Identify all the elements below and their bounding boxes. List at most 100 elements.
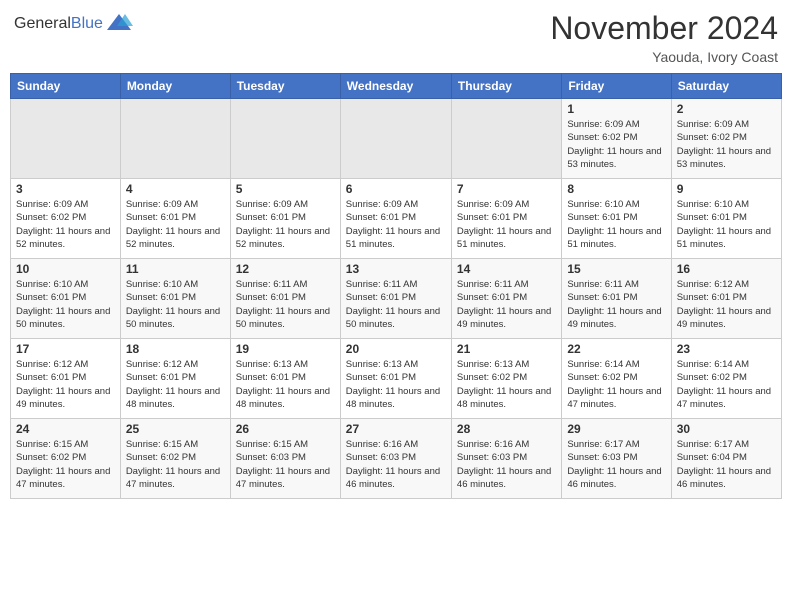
day-number: 6 xyxy=(346,182,446,196)
calendar-cell: 15Sunrise: 6:11 AMSunset: 6:01 PMDayligh… xyxy=(562,259,671,339)
day-info: Sunrise: 6:15 AMSunset: 6:02 PMDaylight:… xyxy=(16,438,115,491)
day-info: Sunrise: 6:11 AMSunset: 6:01 PMDaylight:… xyxy=(236,278,335,331)
day-info: Sunrise: 6:15 AMSunset: 6:03 PMDaylight:… xyxy=(236,438,335,491)
weekday-header: Friday xyxy=(562,74,671,99)
calendar-cell xyxy=(120,99,230,179)
calendar-week-row: 24 Sunrise: 6:15 AMSunset: 6:02 PMDayligh… xyxy=(11,419,782,499)
calendar-cell: 16Sunrise: 6:12 AMSunset: 6:01 PMDayligh… xyxy=(671,259,781,339)
calendar-cell: 8 Sunrise: 6:10 AMSunset: 6:01 PMDaylight… xyxy=(562,179,671,259)
calendar-week-row: 17 Sunrise: 6:12 AMSunset: 6:01 PMDayligh… xyxy=(11,339,782,419)
month-year: November 2024 xyxy=(550,10,778,47)
calendar-cell: 4 Sunrise: 6:09 AMSunset: 6:01 PMDaylight… xyxy=(120,179,230,259)
calendar: SundayMondayTuesdayWednesdayThursdayFrid… xyxy=(10,73,782,499)
day-number: 26 xyxy=(236,422,335,436)
weekday-header: Monday xyxy=(120,74,230,99)
calendar-cell: 5 Sunrise: 6:09 AMSunset: 6:01 PMDaylight… xyxy=(230,179,340,259)
calendar-header: SundayMondayTuesdayWednesdayThursdayFrid… xyxy=(11,74,782,99)
day-number: 25 xyxy=(126,422,225,436)
day-number: 16 xyxy=(677,262,776,276)
day-info: Sunrise: 6:09 AMSunset: 6:02 PMDaylight:… xyxy=(16,198,115,251)
calendar-cell: 18Sunrise: 6:12 AMSunset: 6:01 PMDayligh… xyxy=(120,339,230,419)
day-info: Sunrise: 6:16 AMSunset: 6:03 PMDaylight:… xyxy=(457,438,556,491)
day-info: Sunrise: 6:17 AMSunset: 6:04 PMDaylight:… xyxy=(677,438,776,491)
day-number: 12 xyxy=(236,262,335,276)
day-number: 11 xyxy=(126,262,225,276)
calendar-cell: 6 Sunrise: 6:09 AMSunset: 6:01 PMDaylight… xyxy=(340,179,451,259)
day-info: Sunrise: 6:09 AMSunset: 6:01 PMDaylight:… xyxy=(346,198,446,251)
day-number: 21 xyxy=(457,342,556,356)
day-number: 5 xyxy=(236,182,335,196)
day-info: Sunrise: 6:09 AMSunset: 6:01 PMDaylight:… xyxy=(126,198,225,251)
day-info: Sunrise: 6:12 AMSunset: 6:01 PMDaylight:… xyxy=(16,358,115,411)
calendar-cell: 14 Sunrise: 6:11 AMSunset: 6:01 PMDayligh… xyxy=(451,259,561,339)
day-number: 23 xyxy=(677,342,776,356)
calendar-cell: 13 Sunrise: 6:11 AMSunset: 6:01 PMDayligh… xyxy=(340,259,451,339)
calendar-cell xyxy=(11,99,121,179)
day-number: 2 xyxy=(677,102,776,116)
day-number: 30 xyxy=(677,422,776,436)
calendar-cell: 9 Sunrise: 6:10 AMSunset: 6:01 PMDaylight… xyxy=(671,179,781,259)
calendar-week-row: 1 Sunrise: 6:09 AMSunset: 6:02 PMDaylight… xyxy=(11,99,782,179)
calendar-week-row: 3 Sunrise: 6:09 AMSunset: 6:02 PMDaylight… xyxy=(11,179,782,259)
calendar-cell: 21 Sunrise: 6:13 AMSunset: 6:02 PMDayligh… xyxy=(451,339,561,419)
calendar-cell: 27Sunrise: 6:16 AMSunset: 6:03 PMDayligh… xyxy=(340,419,451,499)
day-number: 10 xyxy=(16,262,115,276)
logo: GeneralBlue xyxy=(14,10,133,38)
page: GeneralBlue November 2024 Yaouda, Ivory … xyxy=(0,0,792,612)
day-info: Sunrise: 6:10 AMSunset: 6:01 PMDaylight:… xyxy=(677,198,776,251)
weekday-header: Thursday xyxy=(451,74,561,99)
calendar-cell: 3 Sunrise: 6:09 AMSunset: 6:02 PMDaylight… xyxy=(11,179,121,259)
logo-general-text: General xyxy=(14,15,71,32)
day-number: 22 xyxy=(567,342,665,356)
day-info: Sunrise: 6:13 AMSunset: 6:02 PMDaylight:… xyxy=(457,358,556,411)
day-number: 29 xyxy=(567,422,665,436)
day-number: 15 xyxy=(567,262,665,276)
location: Yaouda, Ivory Coast xyxy=(550,49,778,65)
day-info: Sunrise: 6:10 AMSunset: 6:01 PMDaylight:… xyxy=(126,278,225,331)
day-number: 8 xyxy=(567,182,665,196)
calendar-cell: 19Sunrise: 6:13 AMSunset: 6:01 PMDayligh… xyxy=(230,339,340,419)
title-block: November 2024 Yaouda, Ivory Coast xyxy=(550,10,778,65)
day-info: Sunrise: 6:12 AMSunset: 6:01 PMDaylight:… xyxy=(126,358,225,411)
calendar-cell: 10 Sunrise: 6:10 AMSunset: 6:01 PMDayligh… xyxy=(11,259,121,339)
calendar-cell: 23Sunrise: 6:14 AMSunset: 6:02 PMDayligh… xyxy=(671,339,781,419)
day-info: Sunrise: 6:13 AMSunset: 6:01 PMDaylight:… xyxy=(346,358,446,411)
calendar-cell: 28Sunrise: 6:16 AMSunset: 6:03 PMDayligh… xyxy=(451,419,561,499)
day-number: 1 xyxy=(567,102,665,116)
day-number: 9 xyxy=(677,182,776,196)
day-number: 13 xyxy=(346,262,446,276)
day-info: Sunrise: 6:10 AMSunset: 6:01 PMDaylight:… xyxy=(16,278,115,331)
day-info: Sunrise: 6:11 AMSunset: 6:01 PMDaylight:… xyxy=(346,278,446,331)
calendar-cell: 2 Sunrise: 6:09 AMSunset: 6:02 PMDaylight… xyxy=(671,99,781,179)
day-number: 4 xyxy=(126,182,225,196)
day-info: Sunrise: 6:17 AMSunset: 6:03 PMDaylight:… xyxy=(567,438,665,491)
calendar-cell: 25 Sunrise: 6:15 AMSunset: 6:02 PMDayligh… xyxy=(120,419,230,499)
weekday-header: Sunday xyxy=(11,74,121,99)
day-number: 14 xyxy=(457,262,556,276)
calendar-cell: 7 Sunrise: 6:09 AMSunset: 6:01 PMDaylight… xyxy=(451,179,561,259)
calendar-cell: 26 Sunrise: 6:15 AMSunset: 6:03 PMDayligh… xyxy=(230,419,340,499)
calendar-cell: 24 Sunrise: 6:15 AMSunset: 6:02 PMDayligh… xyxy=(11,419,121,499)
day-info: Sunrise: 6:15 AMSunset: 6:02 PMDaylight:… xyxy=(126,438,225,491)
day-number: 24 xyxy=(16,422,115,436)
calendar-cell: 12 Sunrise: 6:11 AMSunset: 6:01 PMDayligh… xyxy=(230,259,340,339)
day-info: Sunrise: 6:11 AMSunset: 6:01 PMDaylight:… xyxy=(457,278,556,331)
day-info: Sunrise: 6:09 AMSunset: 6:02 PMDaylight:… xyxy=(567,118,665,171)
weekday-header: Saturday xyxy=(671,74,781,99)
day-info: Sunrise: 6:10 AMSunset: 6:01 PMDaylight:… xyxy=(567,198,665,251)
day-info: Sunrise: 6:09 AMSunset: 6:01 PMDaylight:… xyxy=(236,198,335,251)
day-info: Sunrise: 6:09 AMSunset: 6:01 PMDaylight:… xyxy=(457,198,556,251)
calendar-cell xyxy=(451,99,561,179)
day-number: 3 xyxy=(16,182,115,196)
calendar-cell xyxy=(230,99,340,179)
day-number: 7 xyxy=(457,182,556,196)
calendar-cell: 30 Sunrise: 6:17 AMSunset: 6:04 PMDayligh… xyxy=(671,419,781,499)
weekday-row: SundayMondayTuesdayWednesdayThursdayFrid… xyxy=(11,74,782,99)
calendar-cell: 29 Sunrise: 6:17 AMSunset: 6:03 PMDayligh… xyxy=(562,419,671,499)
calendar-cell: 11 Sunrise: 6:10 AMSunset: 6:01 PMDayligh… xyxy=(120,259,230,339)
day-number: 19 xyxy=(236,342,335,356)
calendar-cell xyxy=(340,99,451,179)
day-info: Sunrise: 6:09 AMSunset: 6:02 PMDaylight:… xyxy=(677,118,776,171)
day-number: 17 xyxy=(16,342,115,356)
calendar-cell: 22Sunrise: 6:14 AMSunset: 6:02 PMDayligh… xyxy=(562,339,671,419)
